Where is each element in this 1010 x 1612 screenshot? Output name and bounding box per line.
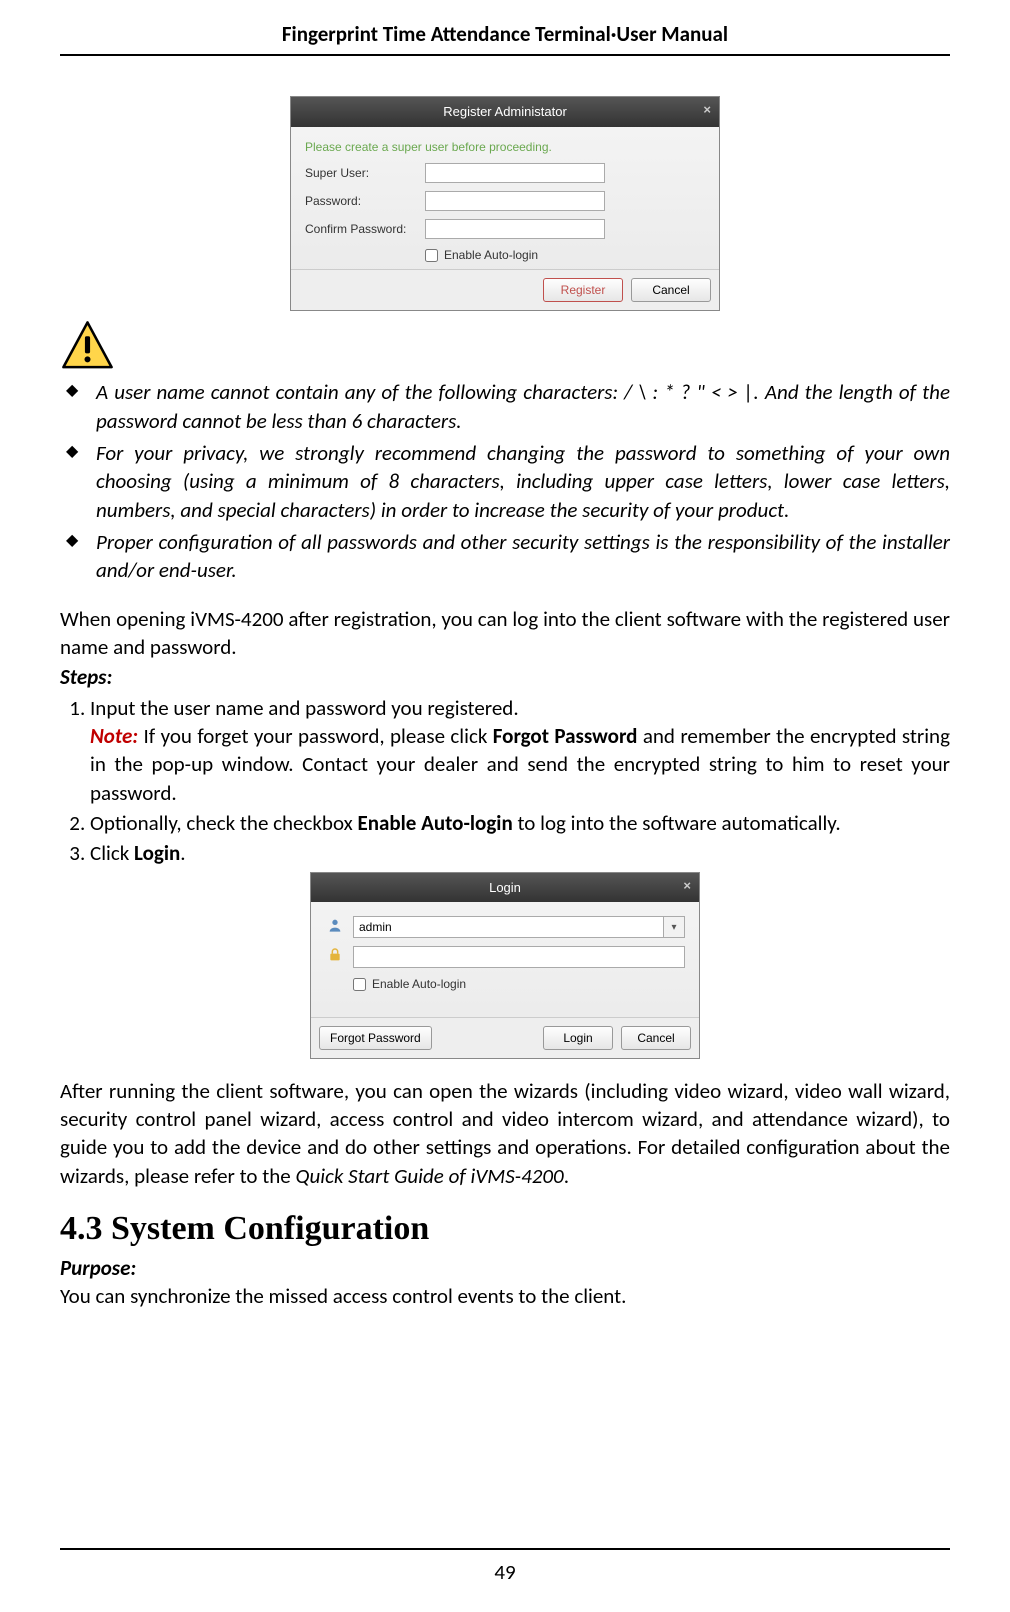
step-text: Optionally, check the checkbox bbox=[90, 810, 357, 836]
enable-auto-login-checkbox[interactable] bbox=[425, 249, 438, 262]
purpose-text: You can synchronize the missed access co… bbox=[60, 1282, 950, 1310]
body-paragraph: When opening iVMS-4200 after registratio… bbox=[60, 605, 950, 662]
step-item: Click Login. bbox=[90, 839, 950, 867]
step-item: Input the user name and password you reg… bbox=[90, 694, 950, 807]
forgot-password-button[interactable]: Forgot Password bbox=[319, 1026, 432, 1050]
note-label: Note: bbox=[90, 723, 138, 749]
confirm-password-label: Confirm Password: bbox=[305, 221, 425, 237]
register-button[interactable]: Register bbox=[543, 278, 623, 302]
footer-rule bbox=[60, 1548, 950, 1550]
cancel-button[interactable]: Cancel bbox=[631, 278, 711, 302]
doc-header-title: Fingerprint Time Attendance Terminal·Use… bbox=[60, 20, 950, 54]
user-icon bbox=[325, 917, 345, 938]
note-text: If you forget your password, please clic… bbox=[138, 723, 493, 749]
step-item: Optionally, check the checkbox Enable Au… bbox=[90, 809, 950, 837]
login-button[interactable]: Login bbox=[543, 1026, 613, 1050]
section-heading: 4.3 System Configuration bbox=[60, 1206, 950, 1252]
close-icon[interactable]: × bbox=[683, 877, 691, 895]
step-text: . bbox=[180, 840, 185, 866]
chevron-down-icon[interactable]: ▾ bbox=[663, 916, 685, 938]
dialog-title-bar: Register Administator × bbox=[291, 97, 719, 127]
login-auto-login-checkbox[interactable] bbox=[353, 978, 366, 991]
enable-auto-login-label: Enable Auto-login bbox=[444, 247, 538, 263]
steps-heading: Steps: bbox=[60, 663, 950, 691]
paragraph-text: . bbox=[564, 1163, 569, 1189]
forgot-password-bold: Forgot Password bbox=[493, 723, 638, 749]
close-icon[interactable]: × bbox=[703, 101, 711, 119]
warning-bullet-list: A user name cannot contain any of the fo… bbox=[60, 378, 950, 584]
dialog-title-bar: Login × bbox=[311, 873, 699, 903]
super-user-label: Super User: bbox=[305, 165, 425, 181]
dialog-title-text: Login bbox=[489, 879, 521, 897]
step-text: Input the user name and password you reg… bbox=[90, 695, 519, 721]
password-label: Password: bbox=[305, 193, 425, 209]
login-cancel-button[interactable]: Cancel bbox=[621, 1026, 691, 1050]
bullet-item: For your privacy, we strongly recommend … bbox=[96, 439, 950, 524]
login-password-input[interactable] bbox=[353, 946, 685, 968]
lock-icon bbox=[325, 947, 345, 968]
body-paragraph: After running the client software, you c… bbox=[60, 1077, 950, 1190]
dialog-instruction: Please create a super user before procee… bbox=[305, 139, 705, 155]
login-auto-login-label: Enable Auto-login bbox=[372, 976, 466, 992]
step-text: Click bbox=[90, 840, 134, 866]
bullet-item: A user name cannot contain any of the fo… bbox=[96, 378, 950, 435]
doc-reference: Quick Start Guide of iVMS-4200 bbox=[296, 1163, 564, 1189]
login-dialog: Login × ▾ Enable Auto-logi bbox=[310, 872, 700, 1059]
purpose-label: Purpose: bbox=[60, 1254, 950, 1282]
register-admin-dialog: Register Administator × Please create a … bbox=[290, 96, 720, 311]
steps-list: Input the user name and password you reg… bbox=[60, 694, 950, 868]
step-text: to log into the software automatically. bbox=[513, 810, 841, 836]
warning-icon bbox=[60, 319, 115, 374]
header-rule bbox=[60, 54, 950, 56]
password-input[interactable] bbox=[425, 191, 605, 211]
username-input[interactable] bbox=[353, 916, 663, 938]
confirm-password-input[interactable] bbox=[425, 219, 605, 239]
bullet-item: Proper configuration of all passwords an… bbox=[96, 528, 950, 585]
enable-auto-login-bold: Enable Auto-login bbox=[357, 810, 512, 836]
page-number: 49 bbox=[60, 1558, 950, 1586]
super-user-input[interactable] bbox=[425, 163, 605, 183]
login-bold: Login bbox=[134, 840, 180, 866]
dialog-title-text: Register Administator bbox=[443, 103, 567, 121]
